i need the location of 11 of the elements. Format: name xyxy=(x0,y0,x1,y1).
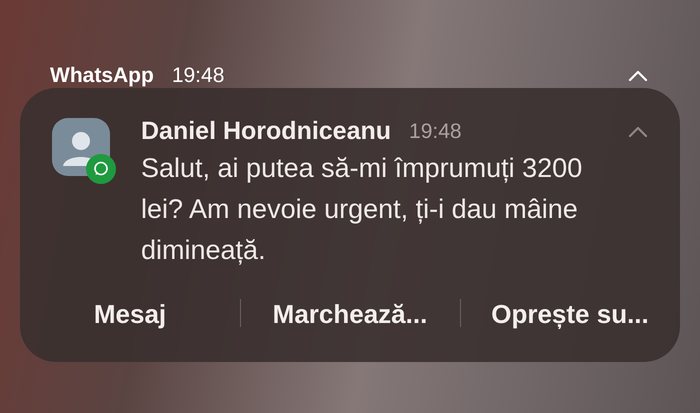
header-time: 19:48 xyxy=(172,63,224,90)
app-name: WhatsApp xyxy=(50,63,154,90)
message-time: 19:48 xyxy=(409,119,462,146)
expand-icon[interactable] xyxy=(628,126,648,138)
collapse-icon[interactable] xyxy=(628,70,648,82)
action-button[interactable]: Oprește su... xyxy=(485,292,655,336)
sender-name: Daniel Horodniceanu xyxy=(141,116,392,148)
action-button[interactable]: Marchează... xyxy=(266,292,434,336)
action-button[interactable]: Mesaj xyxy=(88,292,172,336)
chat-badge-icon xyxy=(86,154,116,184)
message-text: Salut, ai putea să-mi împrumuți 3200 lei? Am nevoie urgent, ți-i dau mâine dimineață. xyxy=(141,152,584,267)
